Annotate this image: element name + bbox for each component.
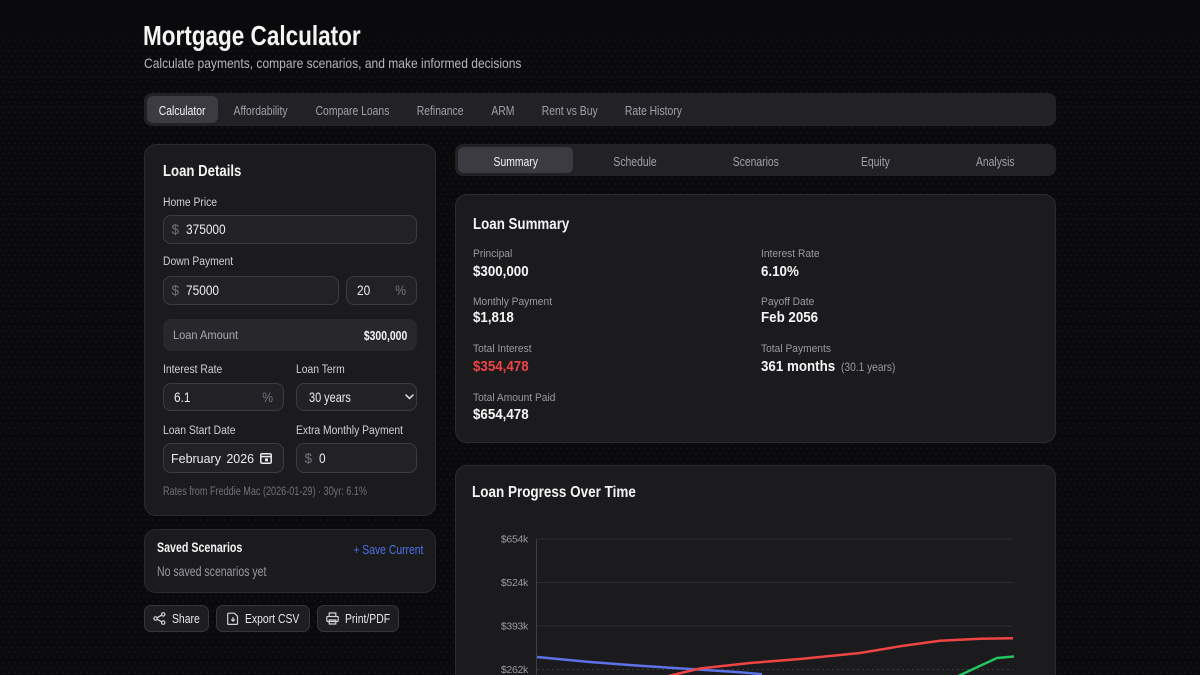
svg-text:$524k: $524k [501, 577, 529, 589]
svg-text:$393k: $393k [501, 621, 529, 633]
svg-text:$654k: $654k [501, 534, 529, 546]
svg-text:$262k: $262k [501, 664, 529, 675]
